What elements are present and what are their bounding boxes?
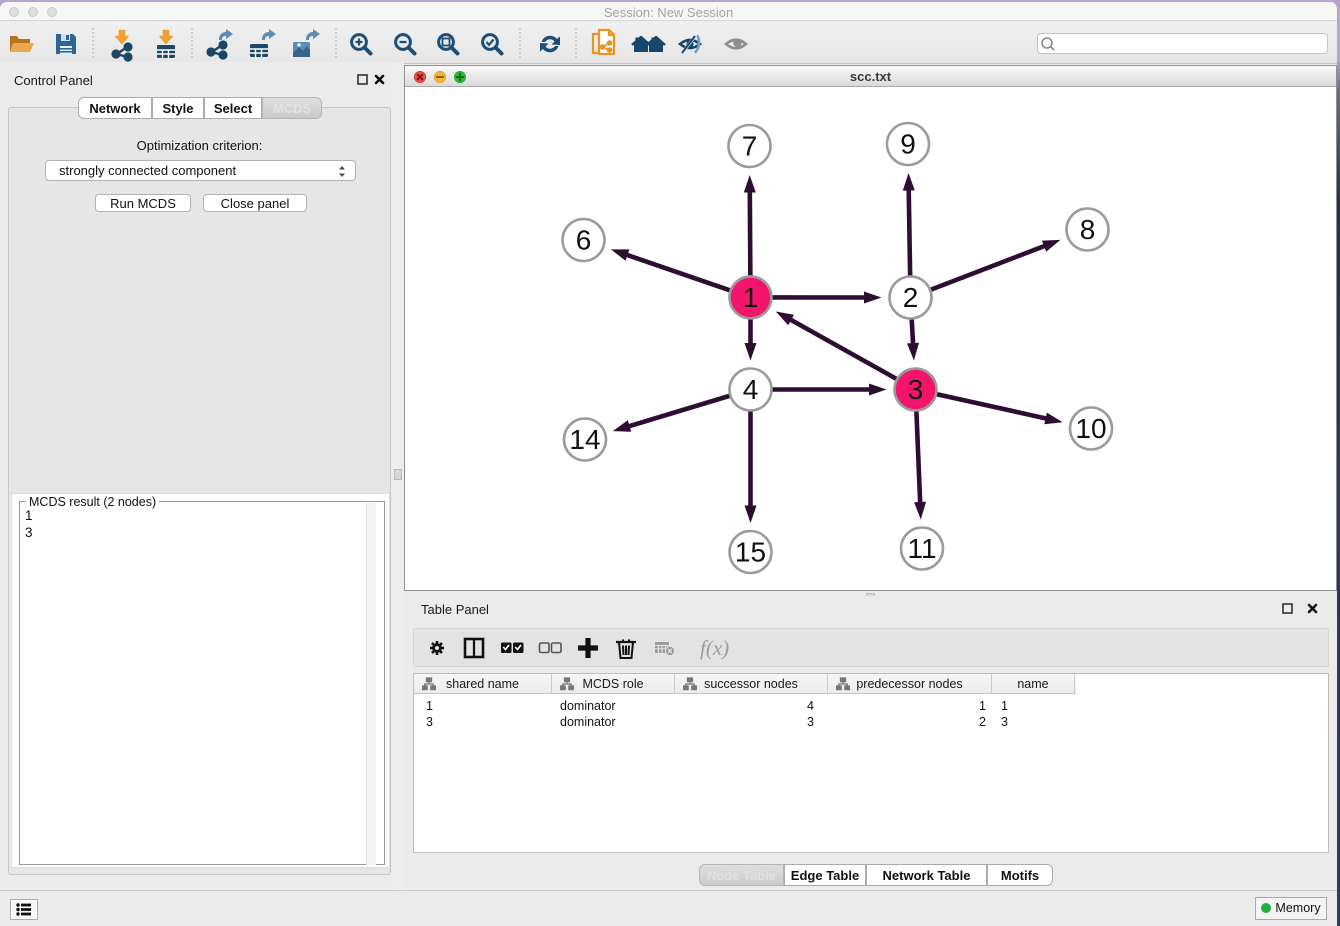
svg-text:2: 2 [903,282,919,313]
svg-text:8: 8 [1080,214,1096,245]
svg-text:7: 7 [742,131,758,162]
svg-text:4: 4 [743,374,759,405]
svg-text:6: 6 [576,225,592,256]
svg-text:9: 9 [900,129,916,160]
svg-text:15: 15 [735,537,766,568]
svg-text:3: 3 [908,374,924,405]
svg-text:14: 14 [569,424,600,455]
svg-text:1: 1 [743,282,759,313]
svg-text:10: 10 [1075,413,1106,444]
svg-text:11: 11 [907,533,936,564]
svg-text:f(x): f(x) [700,636,729,660]
